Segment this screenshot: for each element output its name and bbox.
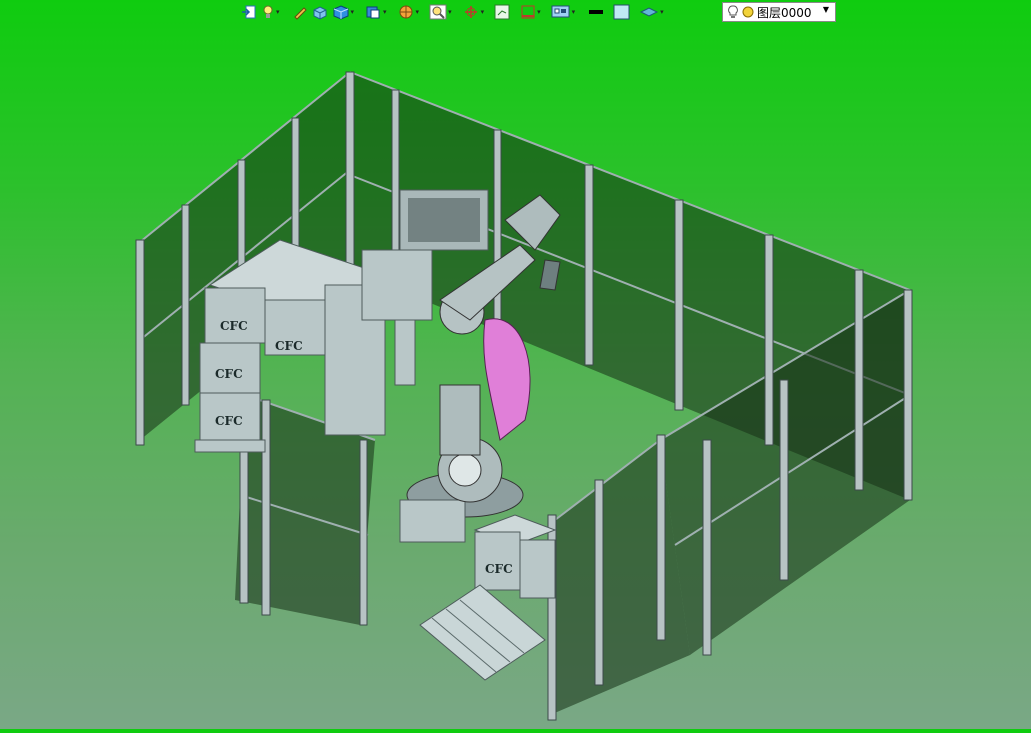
pen-icon [293,7,307,20]
shaded-cube-button[interactable] [311,2,329,22]
axis-button[interactable]: ▾ [461,2,486,22]
chevron-down-icon[interactable]: ▾ [416,8,420,16]
chevron-down-icon[interactable]: ▾ [448,8,452,16]
render-style-button[interactable]: ▾ [396,2,421,22]
measure-button[interactable] [493,2,511,22]
view-cube-icon [366,6,380,19]
chevron-down-icon[interactable]: ▾ [383,8,387,16]
fill-color-icon [613,4,630,20]
chevron-down-icon[interactable]: ▾ [572,8,576,16]
pen-button[interactable] [291,2,309,22]
layer-on-icon [742,6,754,18]
box-label: CFC [215,414,243,428]
zoom-button[interactable]: ▾ [428,2,453,22]
layer-select[interactable]: 图层0000 ▼ [722,2,836,22]
measure-icon [494,4,510,20]
axis-icon [464,6,477,18]
line-color-button[interactable] [586,2,606,22]
import-button[interactable] [240,2,258,22]
3d-viewport[interactable]: CFC CFC CFC CFC CFC [0,24,1031,729]
import-icon [242,5,256,19]
layer-name: 图层0000 [757,5,812,20]
section-button[interactable]: ▾ [519,2,542,22]
box-label: CFC [215,367,243,381]
chevron-down-icon[interactable]: ▾ [537,8,541,16]
chevron-down-icon[interactable]: ▾ [660,8,664,16]
chevron-down-icon[interactable]: ▾ [276,8,280,16]
chevron-down-icon[interactable]: ▾ [351,8,355,16]
layer-properties-button[interactable]: ▾ [638,2,665,22]
light-bulb-icon [263,5,273,18]
layer-properties-icon [640,7,659,17]
blue-cube-button[interactable]: ▾ [331,2,356,22]
blue-cube-icon [333,5,349,20]
light-button[interactable]: ▾ [260,2,281,22]
display-settings-button[interactable]: ▾ [550,2,577,22]
robot-cell-scene: CFC CFC CFC CFC CFC [135,71,913,721]
render-style-icon [399,5,413,19]
fill-color-button[interactable] [612,2,632,22]
chevron-down-icon[interactable]: ▾ [481,8,485,16]
chevron-down-icon: ▼ [822,5,829,14]
zoom-icon [429,4,447,20]
line-color-icon [589,10,604,14]
section-icon [521,5,535,19]
bulb-icon [728,5,738,18]
display-settings-icon [551,5,570,18]
box-label: CFC [275,339,303,353]
box-label: CFC [220,319,248,333]
view-cube-button[interactable]: ▾ [363,2,388,22]
shaded-cube-icon [313,6,327,20]
box-label: CFC [485,562,513,576]
